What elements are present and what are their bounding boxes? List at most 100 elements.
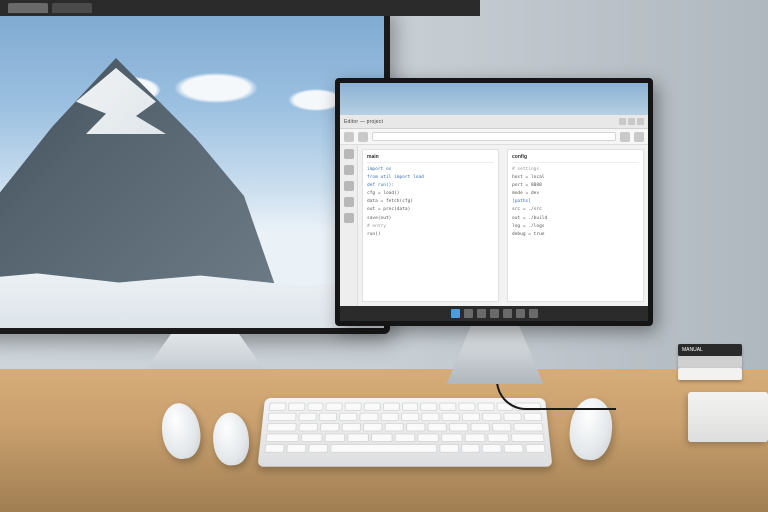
key[interactable] [319, 413, 338, 421]
code-line: run() [367, 231, 494, 239]
files-icon[interactable] [344, 149, 354, 159]
start-button[interactable] [451, 309, 460, 318]
cmd-key[interactable] [308, 444, 328, 453]
key[interactable] [345, 403, 362, 411]
key[interactable] [439, 403, 456, 411]
key[interactable] [477, 403, 494, 411]
key[interactable] [464, 433, 486, 442]
window-titlebar[interactable]: Editor — project [340, 115, 648, 129]
settings-icon[interactable] [620, 132, 630, 142]
keyboard[interactable] [258, 398, 553, 467]
key[interactable] [360, 413, 379, 421]
search-input[interactable] [372, 132, 616, 141]
more-icon[interactable] [634, 132, 644, 142]
search-icon[interactable] [344, 165, 354, 175]
key[interactable] [418, 433, 439, 442]
browser-tab[interactable] [52, 3, 92, 13]
key[interactable] [523, 413, 542, 421]
key[interactable] [324, 433, 346, 442]
taskbar-app-icon[interactable] [490, 309, 499, 318]
taskbar-app-icon[interactable] [477, 309, 486, 318]
back-icon[interactable] [344, 132, 354, 142]
key[interactable] [401, 413, 419, 421]
key[interactable] [406, 423, 425, 432]
git-icon[interactable] [344, 181, 354, 191]
code-line: out = ./build [512, 215, 639, 223]
key[interactable] [269, 403, 287, 411]
desk-scene: Editor — project [0, 0, 768, 512]
right-pane-tab[interactable]: config [512, 154, 639, 163]
key[interactable] [298, 423, 318, 432]
key[interactable] [385, 423, 404, 432]
taskbar-app-icon[interactable] [464, 309, 473, 318]
shift-key[interactable] [265, 433, 299, 442]
key[interactable] [449, 423, 469, 432]
key[interactable] [492, 423, 512, 432]
key[interactable] [458, 403, 475, 411]
extensions-icon[interactable] [344, 213, 354, 223]
taskbar-app-icon[interactable] [529, 309, 538, 318]
left-pane-tab[interactable]: main [367, 154, 494, 163]
key[interactable] [300, 433, 322, 442]
minimize-button[interactable] [619, 118, 626, 125]
right-monitor: Editor — project [335, 78, 653, 326]
book-stack: MANUAL [678, 320, 758, 380]
key[interactable] [298, 413, 317, 421]
key[interactable] [371, 433, 392, 442]
right-pane[interactable]: config # settings host = local port = 80… [507, 149, 644, 302]
key[interactable] [503, 413, 522, 421]
left-pane[interactable]: main import os from util import load def… [362, 149, 499, 302]
taskbar-app-icon[interactable] [516, 309, 525, 318]
key[interactable] [288, 403, 306, 411]
key[interactable] [320, 423, 340, 432]
code-line: out = proc(data) [367, 206, 494, 214]
right-monitor-desktop-strip [340, 83, 648, 115]
close-button[interactable] [637, 118, 644, 125]
key[interactable] [341, 423, 361, 432]
key[interactable] [363, 423, 383, 432]
key[interactable] [364, 403, 381, 411]
caps-key[interactable] [266, 423, 297, 432]
key[interactable] [339, 413, 358, 421]
key[interactable] [394, 433, 415, 442]
forward-icon[interactable] [358, 132, 368, 142]
taskbar-app-icon[interactable] [503, 309, 512, 318]
os-taskbar [340, 306, 648, 321]
cmd-key[interactable] [439, 444, 459, 453]
browser-tab-strip [0, 0, 480, 16]
key[interactable] [420, 403, 437, 411]
maximize-button[interactable] [628, 118, 635, 125]
key[interactable] [427, 423, 447, 432]
key[interactable] [488, 433, 510, 442]
key[interactable] [462, 413, 481, 421]
space-key[interactable] [329, 444, 437, 453]
code-editor-window: Editor — project [340, 115, 648, 321]
alt-key[interactable] [460, 444, 480, 453]
code-line: host = local [512, 174, 639, 182]
debug-icon[interactable] [344, 197, 354, 207]
arrow-key[interactable] [504, 444, 524, 453]
window-title: Editor — project [344, 119, 383, 125]
key[interactable] [470, 423, 490, 432]
code-line: save(out) [367, 215, 494, 223]
enter-key[interactable] [513, 423, 544, 432]
key[interactable] [380, 413, 399, 421]
key[interactable] [402, 403, 419, 411]
key[interactable] [326, 403, 343, 411]
activity-bar [340, 145, 358, 306]
code-line: cfg = load() [367, 190, 494, 198]
ctrl-key[interactable] [264, 444, 284, 453]
key[interactable] [441, 413, 460, 421]
tab-key[interactable] [268, 413, 297, 421]
key[interactable] [421, 413, 440, 421]
key[interactable] [383, 403, 400, 411]
key[interactable] [347, 433, 369, 442]
alt-key[interactable] [286, 444, 306, 453]
key[interactable] [482, 413, 501, 421]
arrow-key[interactable] [482, 444, 502, 453]
shift-key[interactable] [511, 433, 545, 442]
key[interactable] [307, 403, 324, 411]
key[interactable] [441, 433, 463, 442]
browser-tab[interactable] [8, 3, 48, 13]
arrow-key[interactable] [525, 444, 545, 453]
